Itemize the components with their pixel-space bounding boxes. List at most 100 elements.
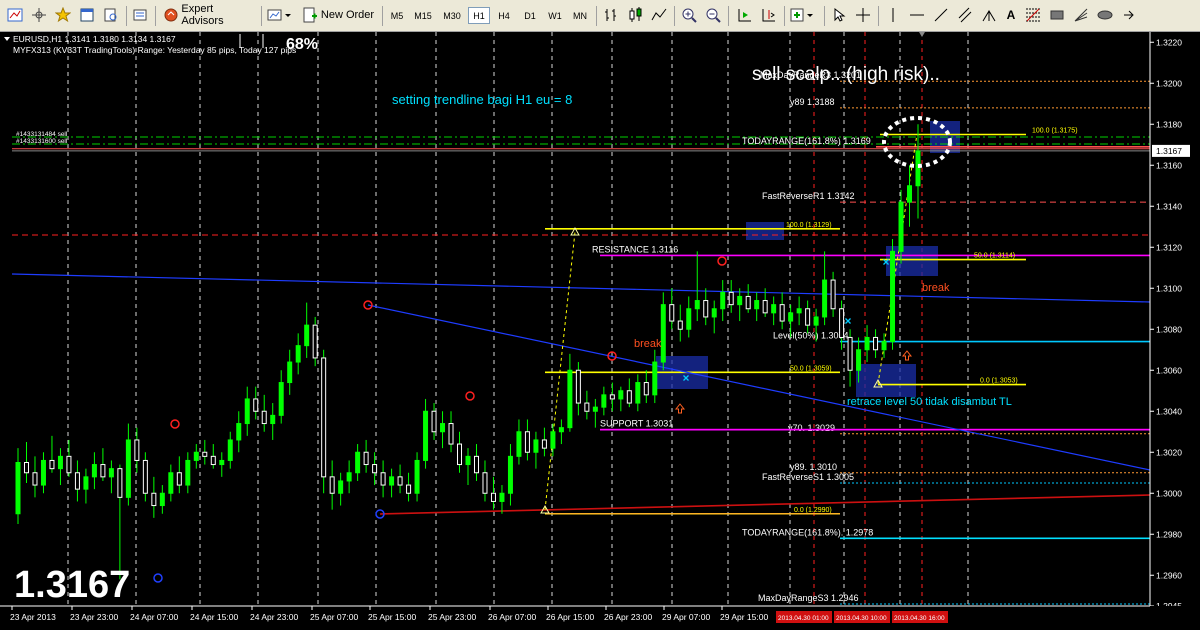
crosshair-move-icon[interactable] [28,5,50,25]
line-chart-icon[interactable] [648,5,670,25]
timeframe-m5[interactable]: M5 [386,7,408,24]
candle-body [813,316,819,326]
candle-body [618,390,624,400]
price-chart[interactable]: #1433131484 sell#1433131600 sell MaxDayRa… [0,32,1200,630]
candle-body [355,451,361,474]
candle-body [219,459,225,466]
zoom-in-icon[interactable] [678,5,700,25]
candle-body [890,250,896,343]
candle-body [584,402,590,412]
y-tick-label: 1.3180 [1156,119,1182,129]
candle-body [737,295,743,306]
rectangle-icon[interactable] [1046,5,1068,25]
candle-body [448,423,454,445]
timeframe-m15[interactable]: M15 [410,7,436,24]
candle-body [108,468,114,478]
trendline-icon[interactable] [930,5,952,25]
timeframe-mn[interactable]: MN [568,7,592,24]
candle-body [210,455,216,466]
candle-body [321,357,327,478]
crosshair-icon[interactable] [852,5,874,25]
timeframe-m30[interactable]: M30 [438,7,466,24]
fib-label: 0.0 (1.2990) [794,507,832,514]
candle-body [669,304,675,322]
chart-template-dropdown[interactable] [265,5,295,25]
chart-shift-icon[interactable] [758,5,780,25]
timeframe-h1[interactable]: H1 [468,7,490,24]
candle-body [533,439,539,453]
timeframe-w1[interactable]: W1 [544,7,566,24]
favorites-icon[interactable] [52,5,74,25]
expert-advisors-button[interactable]: Expert Advisors [160,3,258,27]
cursor-icon[interactable] [828,5,850,25]
candle-body [389,476,395,486]
candle-body [609,394,615,400]
candle-body [796,308,802,314]
candle-body [754,300,760,310]
candle-body [57,455,63,470]
candle-body [728,291,734,306]
ellipse-icon[interactable] [1094,5,1116,25]
level-label: y89. 1.3010 [790,462,837,472]
timeframe-d1[interactable]: D1 [518,7,542,24]
level-label: y89 1.3188 [790,97,835,107]
window-icon[interactable] [76,5,98,25]
arrow-icon[interactable] [1118,5,1140,25]
chart-background [0,32,1200,630]
big-price: 1.3167 [14,564,130,606]
fib-fan-icon[interactable] [1070,5,1092,25]
new-order-button[interactable]: New Order [298,5,378,25]
candlestick-chart-icon[interactable] [624,5,646,25]
candle-body [482,472,488,494]
bar-chart-icon[interactable] [600,5,622,25]
level-label: SUPPORT 1.3031 [600,419,673,429]
candle-body [524,431,530,453]
text-tool-button[interactable]: A [1000,5,1022,25]
toolbar: Expert Advisors New Order M5 M15 M30 H1 H4 D1… [0,0,1200,32]
candle-body [771,304,777,314]
candle-body [159,492,165,507]
y-tick-label: 1.3060 [1156,365,1182,375]
y-tick-label: 1.3220 [1156,37,1182,47]
new-order-icon [303,7,317,23]
zoom-window-icon[interactable] [100,5,122,25]
y-tick-label: 1.2980 [1156,529,1182,539]
y-tick-label: 1.3120 [1156,242,1182,252]
candle-body [558,427,564,433]
pitchfork-icon[interactable] [978,5,1000,25]
x-tick-label: 24 Apr 15:00 [190,612,238,622]
horizontal-line-icon[interactable] [906,5,928,25]
level-label: y70. 1.3029 [788,423,835,433]
fibonacci-icon[interactable] [1022,5,1044,25]
indicators-dropdown[interactable] [788,5,818,25]
candle-body [499,492,505,502]
market-watch-icon[interactable] [129,5,151,25]
candle-body [125,439,131,498]
timeframe-h4[interactable]: H4 [492,7,516,24]
level-label: Level(50%) 1.3074 [773,331,849,341]
level-label: FastReverseS1 1.3005 [762,472,854,482]
new-chart-icon[interactable] [4,5,26,25]
y-tick-label: 1.3100 [1156,283,1182,293]
candle-body [236,423,242,441]
x-tick-red-label: 2013.04.30 16:00 [894,615,945,622]
candle-body [406,484,412,494]
order-label: #1433131484 sell [16,131,68,138]
candle-body [830,279,836,310]
vertical-line-icon[interactable] [882,5,904,25]
candle-body [788,312,794,322]
zoom-out-icon[interactable] [702,5,724,25]
y-tick-label: 1.3200 [1156,78,1182,88]
candle-body [490,492,496,502]
channel-icon[interactable] [954,5,976,25]
y-tick-label: 1.3000 [1156,488,1182,498]
x-tick-label: 26 Apr 07:00 [488,612,536,622]
expert-advisors-icon [164,8,178,22]
candle-body [660,304,666,363]
auto-scroll-icon[interactable] [734,5,756,25]
fib-label: 100.0 (1.3175) [1032,128,1078,135]
x-tick-label: 23 Apr 2013 [10,612,56,622]
candle-body [15,462,21,515]
candle-body [779,304,785,322]
candle-body [550,431,556,449]
